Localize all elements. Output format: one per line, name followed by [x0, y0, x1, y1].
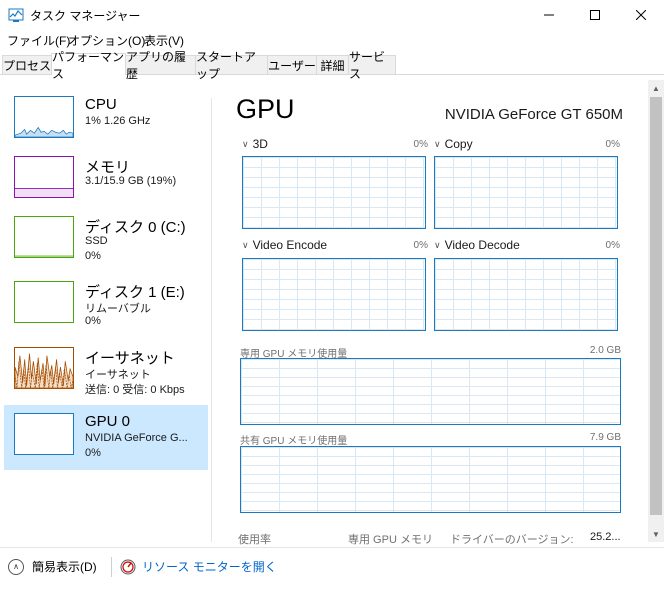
- gpu-thumbnail: [14, 413, 74, 455]
- sidebar-item-disk-1[interactable]: ディスク 1 (E:) リムーバブル 0%: [4, 273, 208, 338]
- cpu-thumbnail: [14, 96, 74, 138]
- tab-users[interactable]: ユーザー: [267, 55, 317, 74]
- close-icon: [636, 10, 646, 20]
- utilization-label: 使用率: [238, 534, 271, 546]
- menu-view[interactable]: 表示(V): [144, 32, 184, 49]
- scroll-down-icon[interactable]: ▼: [648, 526, 664, 542]
- dedicated-memory-stat-label: 専用 GPU メモリ: [348, 534, 433, 546]
- memory-thumbnail: [14, 156, 74, 198]
- engine-chart-video-encode: [242, 258, 426, 331]
- sidebar-item-ethernet[interactable]: イーサネット イーサネット 送信: 0 受信: 0 Kbps: [4, 339, 208, 404]
- sidebar-item-usage: 0%: [85, 250, 101, 262]
- tab-bar: プロセス パフォーマンス アプリの履歴 スタートアップ ユーザー 詳細 サービス: [0, 50, 664, 81]
- close-button[interactable]: [618, 0, 664, 30]
- minimize-icon: [544, 14, 554, 16]
- dedicated-memory-chart: [240, 358, 621, 425]
- page-title: GPU: [236, 94, 295, 124]
- gpu-device-name: NVIDIA GeForce GT 650M: [444, 106, 623, 123]
- task-manager-icon: [8, 8, 24, 22]
- sidebar-item-name: CPU: [85, 96, 117, 113]
- sidebar-item-name: イーサネット: [85, 350, 175, 367]
- tab-processes[interactable]: プロセス: [2, 55, 52, 74]
- resource-monitor-label: リソース モニターを開く: [142, 560, 277, 574]
- separator: [111, 557, 112, 577]
- sidebar-item-usage: 0%: [85, 447, 101, 459]
- engine-chart-3d: [242, 156, 426, 229]
- window-title: タスク マネージャー: [30, 9, 141, 23]
- disk0-thumbnail: [14, 216, 74, 258]
- shared-memory-max: 7.9 GB: [589, 432, 621, 443]
- shared-memory-label: 共有 GPU メモリ使用量: [240, 436, 348, 447]
- engine-selector-video-decode[interactable]: ∨ Video Decode: [434, 238, 520, 252]
- menu-file[interactable]: ファイル(F): [7, 32, 70, 49]
- engine-percent: 0%: [413, 240, 428, 251]
- driver-version-value: 25.2...: [590, 531, 621, 543]
- panel-divider: [211, 98, 212, 542]
- engine-label: Video Encode: [252, 238, 328, 252]
- disk1-thumbnail: [14, 281, 74, 323]
- engine-label: Video Decode: [444, 238, 520, 252]
- fewer-details-label: 簡易表示(D): [32, 560, 97, 574]
- engine-chart-video-decode: [434, 258, 618, 331]
- bottom-bar: ∧ 簡易表示(D) リソース モニターを開く: [0, 547, 664, 589]
- sidebar-item-name: ディスク 1 (E:): [85, 284, 185, 301]
- maximize-icon: [590, 10, 600, 20]
- engine-chart-copy: [434, 156, 618, 229]
- vertical-scrollbar[interactable]: ▲ ▼: [648, 80, 664, 542]
- tab-services[interactable]: サービス: [348, 50, 396, 81]
- fewer-details-button[interactable]: ∧ 簡易表示(D): [8, 558, 97, 575]
- engine-selector-copy[interactable]: ∨ Copy: [434, 137, 473, 151]
- chevron-down-icon: ∨: [242, 139, 249, 149]
- sidebar-item-detail: SSD: [85, 235, 108, 247]
- engine-selector-video-encode[interactable]: ∨ Video Encode: [242, 238, 327, 252]
- sidebar-item-detail: イーサネット: [85, 369, 151, 381]
- tab-performance[interactable]: パフォーマンス: [51, 50, 126, 81]
- minimize-button[interactable]: [526, 0, 572, 30]
- engine-label: Copy: [444, 137, 473, 151]
- shared-memory-chart: [240, 446, 621, 513]
- engine-percent: 0%: [605, 240, 620, 251]
- chevron-down-icon: ∨: [242, 240, 249, 250]
- scroll-thumb[interactable]: [650, 97, 662, 515]
- scroll-up-icon[interactable]: ▲: [648, 80, 664, 96]
- sidebar-item-name: ディスク 0 (C:): [85, 219, 186, 236]
- sidebar-item-detail: 3.1/15.9 GB (19%): [85, 175, 177, 187]
- sidebar-item-detail: リムーバブル: [85, 303, 151, 315]
- tab-startup[interactable]: スタートアップ: [195, 50, 268, 81]
- engine-label: 3D: [252, 137, 268, 151]
- sidebar-item-detail: 1% 1.26 GHz: [85, 115, 151, 127]
- sidebar-item-disk-0[interactable]: ディスク 0 (C:) SSD 0%: [4, 208, 208, 273]
- resource-monitor-icon: [120, 559, 136, 574]
- sidebar-item-throughput: 送信: 0 受信: 0 Kbps: [85, 384, 185, 396]
- sidebar-item-name: GPU 0: [85, 413, 131, 430]
- chevron-up-icon: ∧: [8, 558, 24, 575]
- chevron-down-icon: ∨: [434, 240, 441, 250]
- driver-version-label: ドライバーのバージョン:: [450, 534, 574, 546]
- ethernet-thumbnail: [14, 347, 74, 389]
- title-bar: タスク マネージャー: [0, 0, 664, 30]
- tab-app-history[interactable]: アプリの履歴: [125, 50, 196, 81]
- sidebar-item-memory[interactable]: メモリ 3.1/15.9 GB (19%): [4, 148, 208, 213]
- chevron-down-icon: ∨: [434, 139, 441, 149]
- sidebar-item-name: メモリ: [85, 159, 131, 176]
- engine-selector-3d[interactable]: ∨ 3D: [242, 137, 268, 151]
- sidebar-item-gpu-0[interactable]: GPU 0 NVIDIA GeForce G... 0%: [4, 405, 208, 470]
- tab-details[interactable]: 詳細: [316, 55, 349, 74]
- maximize-button[interactable]: [572, 0, 618, 30]
- sidebar-item-usage: 0%: [85, 315, 101, 327]
- sidebar-item-cpu[interactable]: CPU 1% 1.26 GHz: [4, 88, 208, 153]
- open-resource-monitor-link[interactable]: リソース モニターを開く: [120, 558, 277, 575]
- engine-percent: 0%: [413, 139, 428, 150]
- dedicated-memory-max: 2.0 GB: [589, 345, 621, 356]
- engine-percent: 0%: [605, 139, 620, 150]
- sidebar-item-detail: NVIDIA GeForce G...: [85, 432, 188, 444]
- menu-options[interactable]: オプション(O): [68, 32, 145, 49]
